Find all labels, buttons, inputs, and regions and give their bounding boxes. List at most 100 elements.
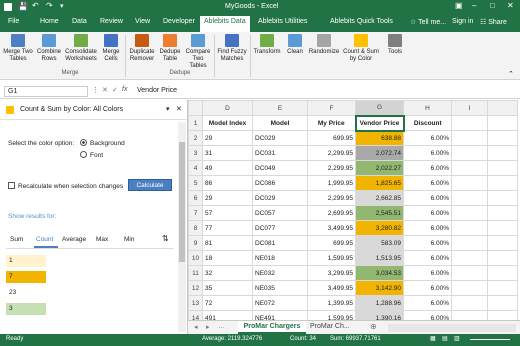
zoom-slider[interactable] [470, 339, 510, 340]
cell-model[interactable]: DC031 [252, 145, 308, 161]
cell-model[interactable]: DC086 [252, 175, 308, 191]
cell-vendor-price[interactable]: 3,280.82 [355, 220, 404, 236]
empty-cell[interactable] [487, 130, 518, 146]
merge-two-tables-button[interactable]: Merge Two Tables [2, 34, 34, 63]
merge-cells-button[interactable]: Merge Cells [100, 34, 122, 63]
empty-cell[interactable] [451, 220, 488, 236]
randomize-button[interactable]: Randomize [308, 34, 340, 56]
share-button[interactable]: ☷ Share [480, 18, 507, 26]
cell-model-index[interactable]: 81 [202, 235, 253, 251]
font-radio[interactable] [80, 151, 87, 158]
cell-my-price[interactable]: 2,299.95 [307, 160, 356, 176]
row-header[interactable]: 9 [188, 235, 203, 251]
header-cell[interactable]: My Price [307, 115, 356, 131]
enter-icon[interactable]: ✓ [112, 86, 118, 94]
empty-cell[interactable] [487, 205, 518, 221]
scrollbar-thumb[interactable] [179, 142, 185, 262]
cell-vendor-price[interactable]: 638.88 [355, 130, 404, 146]
count-sum-by-color-button[interactable]: Count & Sum by Color [342, 34, 380, 63]
tab-count[interactable]: Count [36, 236, 53, 243]
cell-model-index[interactable]: 72 [202, 295, 253, 311]
cell-model-index[interactable]: 31 [202, 145, 253, 161]
col-header[interactable]: D [202, 100, 253, 116]
cell-model[interactable]: DC029 [252, 130, 308, 146]
cell-my-price[interactable]: 699.95 [307, 235, 356, 251]
row-header[interactable]: 1 [188, 115, 203, 131]
tell-me-box[interactable]: ☆ Tell me... [410, 18, 446, 26]
cell-discount[interactable]: 6.00% [403, 235, 452, 251]
cell-my-price[interactable]: 699.95 [307, 130, 356, 146]
cell-discount[interactable]: 6.00% [403, 220, 452, 236]
cell-discount[interactable]: 6.00% [403, 250, 452, 266]
cell-model[interactable]: NE018 [252, 250, 308, 266]
row-header[interactable]: 14 [188, 310, 203, 320]
undo-icon[interactable]: ↶ [32, 1, 39, 10]
row-header[interactable]: 6 [188, 190, 203, 206]
transform-button[interactable]: Transform [252, 34, 282, 56]
cell-model-index[interactable]: 32 [202, 265, 253, 281]
more-sheets-icon[interactable]: … [218, 323, 225, 330]
cell-my-price[interactable]: 1,599.95 [307, 310, 356, 320]
empty-cell[interactable] [487, 310, 518, 320]
row-header[interactable]: 3 [188, 145, 203, 161]
col-header[interactable]: F [307, 100, 356, 116]
page-layout-icon[interactable]: ▤ [442, 335, 448, 342]
sign-in-link[interactable]: Sign in [452, 18, 473, 25]
cell-vendor-price[interactable]: 3,034.53 [355, 265, 404, 281]
pane-options-icon[interactable]: ▾ [166, 105, 170, 113]
empty-cell[interactable] [451, 160, 488, 176]
col-header[interactable]: G [355, 100, 404, 116]
row-header[interactable]: 7 [188, 205, 203, 221]
cell-my-price[interactable]: 2,299.95 [307, 190, 356, 206]
col-header[interactable]: I [451, 100, 488, 116]
cell-discount[interactable]: 6.00% [403, 190, 452, 206]
cell-vendor-price[interactable]: 1,825.65 [355, 175, 404, 191]
cell-model-index[interactable]: 57 [202, 205, 253, 221]
cell-vendor-price[interactable]: 2,662.85 [355, 190, 404, 206]
cell-discount[interactable]: 6.00% [403, 175, 452, 191]
name-box[interactable]: G1 [4, 86, 88, 97]
cell-model[interactable]: DC077 [252, 220, 308, 236]
empty-cell[interactable] [451, 175, 488, 191]
cell-my-price[interactable]: 2,299.95 [307, 145, 356, 161]
duplicate-remover-button[interactable]: Duplicate Remover [128, 34, 156, 63]
empty-cell[interactable] [487, 280, 518, 296]
tab-average[interactable]: Average [62, 236, 86, 243]
cell-discount[interactable]: 6.00% [403, 145, 452, 161]
empty-cell[interactable] [451, 130, 488, 146]
maximize-icon[interactable]: □ [490, 1, 495, 10]
cell-model[interactable]: DC081 [252, 235, 308, 251]
col-header[interactable] [487, 100, 518, 116]
empty-cell[interactable] [487, 145, 518, 161]
col-header[interactable]: H [403, 100, 452, 116]
customize-qat-icon[interactable]: ▾ [60, 2, 64, 10]
empty-cell[interactable] [451, 235, 488, 251]
ribbon-display-icon[interactable]: ▣ [455, 1, 463, 10]
cell-model[interactable]: DC057 [252, 205, 308, 221]
empty-cell[interactable] [487, 190, 518, 206]
cell-vendor-price[interactable]: 2,022.27 [355, 160, 404, 176]
cell-vendor-price[interactable]: 583.09 [355, 235, 404, 251]
cell-model-index[interactable]: 29 [202, 190, 253, 206]
header-cell[interactable]: Discount [403, 115, 452, 131]
tab-sum[interactable]: Sum [10, 236, 23, 243]
save-icon[interactable]: 💾 [18, 2, 28, 11]
prev-sheet-icon[interactable]: ◂ [194, 323, 198, 331]
cell-model[interactable]: DC029 [252, 190, 308, 206]
cell-model-index[interactable]: 491 [202, 310, 253, 320]
empty-cell[interactable] [451, 115, 488, 131]
empty-cell[interactable] [451, 295, 488, 311]
cell-model-index[interactable]: 77 [202, 220, 253, 236]
add-sheet-icon[interactable]: ⊕ [370, 322, 377, 331]
tab-file[interactable]: File [8, 18, 19, 25]
cell-model[interactable]: NE072 [252, 295, 308, 311]
combine-rows-button[interactable]: Combine Rows [36, 34, 62, 63]
cell-my-price[interactable]: 1,399.95 [307, 295, 356, 311]
sheet-tab-active[interactable]: ProMar Chargers [238, 321, 306, 334]
tab-home[interactable]: Home [40, 18, 59, 25]
cell-model-index[interactable]: 18 [202, 250, 253, 266]
sheet-tab[interactable]: ProMar Ch... [310, 323, 350, 330]
tab-developer[interactable]: Developer [163, 18, 195, 25]
cell-discount[interactable]: 6.00% [403, 205, 452, 221]
row-header[interactable]: 12 [188, 280, 203, 296]
